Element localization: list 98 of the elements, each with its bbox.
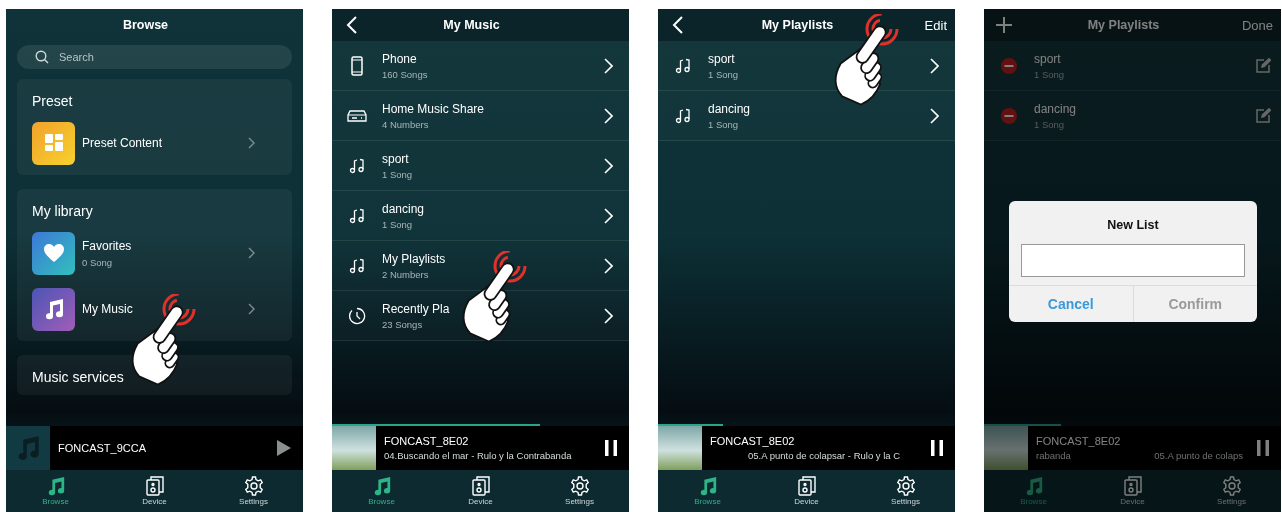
item-title: Home Music Share — [382, 101, 486, 116]
album-art-placeholder — [658, 426, 702, 470]
add-icon[interactable] — [996, 17, 1012, 33]
tab-button[interactable]: Browse — [672, 470, 743, 512]
settings-icon — [1221, 476, 1242, 496]
item-title: dancing — [708, 101, 752, 116]
track-title: FONCAST_9CCA — [58, 442, 148, 454]
grid-tile-icon[interactable] — [32, 121, 75, 165]
item-subtitle: 1 Song — [1034, 68, 1066, 80]
tab-button[interactable]: Device — [771, 470, 842, 512]
item-subtitle: 23 Songs — [382, 318, 424, 330]
tab-button[interactable]: Settings — [218, 470, 289, 512]
input-field[interactable] — [1021, 244, 1245, 277]
now-playing-bar[interactable]: FONCAST_8E02 04.Buscando el mar - Rulo y la Contrabanda — [332, 426, 629, 470]
music-notes-icon — [349, 207, 365, 224]
music-note-tile-icon[interactable] — [32, 287, 75, 331]
item-subtitle: 1 Song — [382, 218, 414, 230]
section-heading: Music services — [32, 369, 125, 385]
speaker-icon — [471, 476, 490, 496]
item-title: sport — [708, 51, 736, 66]
now-playing-bar[interactable]: FONCAST_9CCA — [6, 426, 303, 470]
music-notes-icon — [675, 107, 691, 124]
item-title: sport — [1034, 51, 1062, 66]
music-note-artwork-icon — [6, 426, 50, 470]
list-row[interactable]: sport 1 Song — [332, 141, 629, 191]
item-subtitle: 160 Songs — [382, 68, 429, 80]
delete-circle-icon[interactable] — [1001, 107, 1017, 124]
back-icon[interactable] — [672, 16, 684, 34]
now-playing-bar[interactable]: FONCAST_8E02 rabanda 05.A punto de colaps — [984, 426, 1281, 470]
item-title: dancing — [1034, 101, 1078, 116]
delete-circle-icon[interactable] — [1001, 57, 1017, 74]
track-subtitle: rabanda — [1036, 450, 1071, 461]
section-heading: My library — [32, 203, 94, 219]
back-icon[interactable] — [346, 16, 358, 34]
item-title: Phone — [382, 51, 418, 66]
item-subtitle: 1 Song — [1034, 118, 1066, 130]
list-row[interactable]: dancing 1 Song — [332, 191, 629, 241]
track-title: FONCAST_8E02 — [384, 435, 470, 447]
edit-icon[interactable] — [1256, 58, 1271, 73]
screen-title: Browse — [121, 18, 170, 32]
tab-button[interactable]: Device — [119, 470, 190, 512]
track-subtitle: 05.A punto de colapsar - Rulo y la C — [748, 450, 901, 461]
item-title: Recently Pla — [382, 301, 451, 316]
settings-icon — [569, 476, 590, 496]
heart-tile-icon[interactable] — [32, 231, 75, 275]
tab-button[interactable]: Settings — [870, 470, 941, 512]
header-action-button[interactable]: Done — [1241, 17, 1273, 33]
speaker-icon — [1123, 476, 1142, 496]
item-subtitle: 4 Numbers — [382, 118, 430, 130]
screen-title: My Playlists — [1086, 18, 1161, 32]
track-subtitle: 05.A punto de colaps — [1154, 450, 1243, 461]
item-subtitle: 1 Song — [708, 68, 740, 80]
item-title[interactable]: My Music — [82, 302, 248, 316]
play-icon[interactable] — [277, 440, 291, 456]
music-notes-icon — [349, 157, 365, 174]
list-row[interactable]: Phone 160 Songs — [332, 41, 629, 91]
settings-icon — [243, 476, 264, 496]
speaker-icon — [797, 476, 816, 496]
item-title: dancing — [382, 201, 426, 216]
router-icon — [347, 109, 367, 122]
settings-icon — [895, 476, 916, 496]
pause-icon[interactable] — [931, 440, 943, 456]
tab-button[interactable]: Device — [445, 470, 516, 512]
tab-button[interactable]: Settings — [1196, 470, 1267, 512]
album-art-placeholder — [984, 426, 1028, 470]
list-row[interactable]: Home Music Share 4 Numbers — [332, 91, 629, 141]
item-title[interactable]: Favorites — [82, 238, 248, 253]
tab-button[interactable]: Browse — [346, 470, 417, 512]
now-playing-bar[interactable]: FONCAST_8E02 05.A punto de colapsar - Rulo y la C — [658, 426, 955, 470]
music-notes-icon — [675, 57, 691, 74]
item-subtitle: 0 Song — [82, 256, 114, 268]
item-title: My Playlists — [382, 251, 447, 266]
tab-button[interactable]: Settings — [544, 470, 615, 512]
track-title: FONCAST_8E02 — [710, 435, 796, 447]
search-field[interactable]: Search — [57, 50, 261, 64]
music-notes-icon — [349, 257, 365, 274]
edit-icon[interactable] — [1256, 108, 1271, 123]
pause-icon[interactable] — [605, 440, 617, 456]
header-action-button[interactable]: Edit — [924, 17, 947, 33]
speaker-icon — [145, 476, 164, 496]
track-title: FONCAST_8E02 — [1036, 435, 1122, 447]
item-title: sport — [382, 151, 410, 166]
album-art-placeholder — [332, 426, 376, 470]
clock-icon — [348, 306, 366, 325]
screen-title: My Music — [442, 18, 501, 32]
dialog-title: New List — [1107, 218, 1159, 232]
item-title[interactable]: Preset Content — [82, 136, 248, 150]
tab-button[interactable]: Device — [1097, 470, 1168, 512]
section-heading: Preset — [32, 93, 74, 109]
search-bar[interactable]: Search — [17, 45, 292, 69]
screen-title: My Playlists — [760, 18, 835, 32]
item-subtitle: 1 Song — [708, 118, 740, 130]
tab-button[interactable]: Browse — [20, 470, 91, 512]
item-subtitle: 1 Song — [382, 168, 414, 180]
search-icon — [35, 50, 49, 64]
item-subtitle: 2 Numbers — [382, 268, 430, 280]
phone-icon — [351, 55, 363, 76]
track-subtitle: 04.Buscando el mar - Rulo y la Contrabanda — [384, 450, 572, 461]
